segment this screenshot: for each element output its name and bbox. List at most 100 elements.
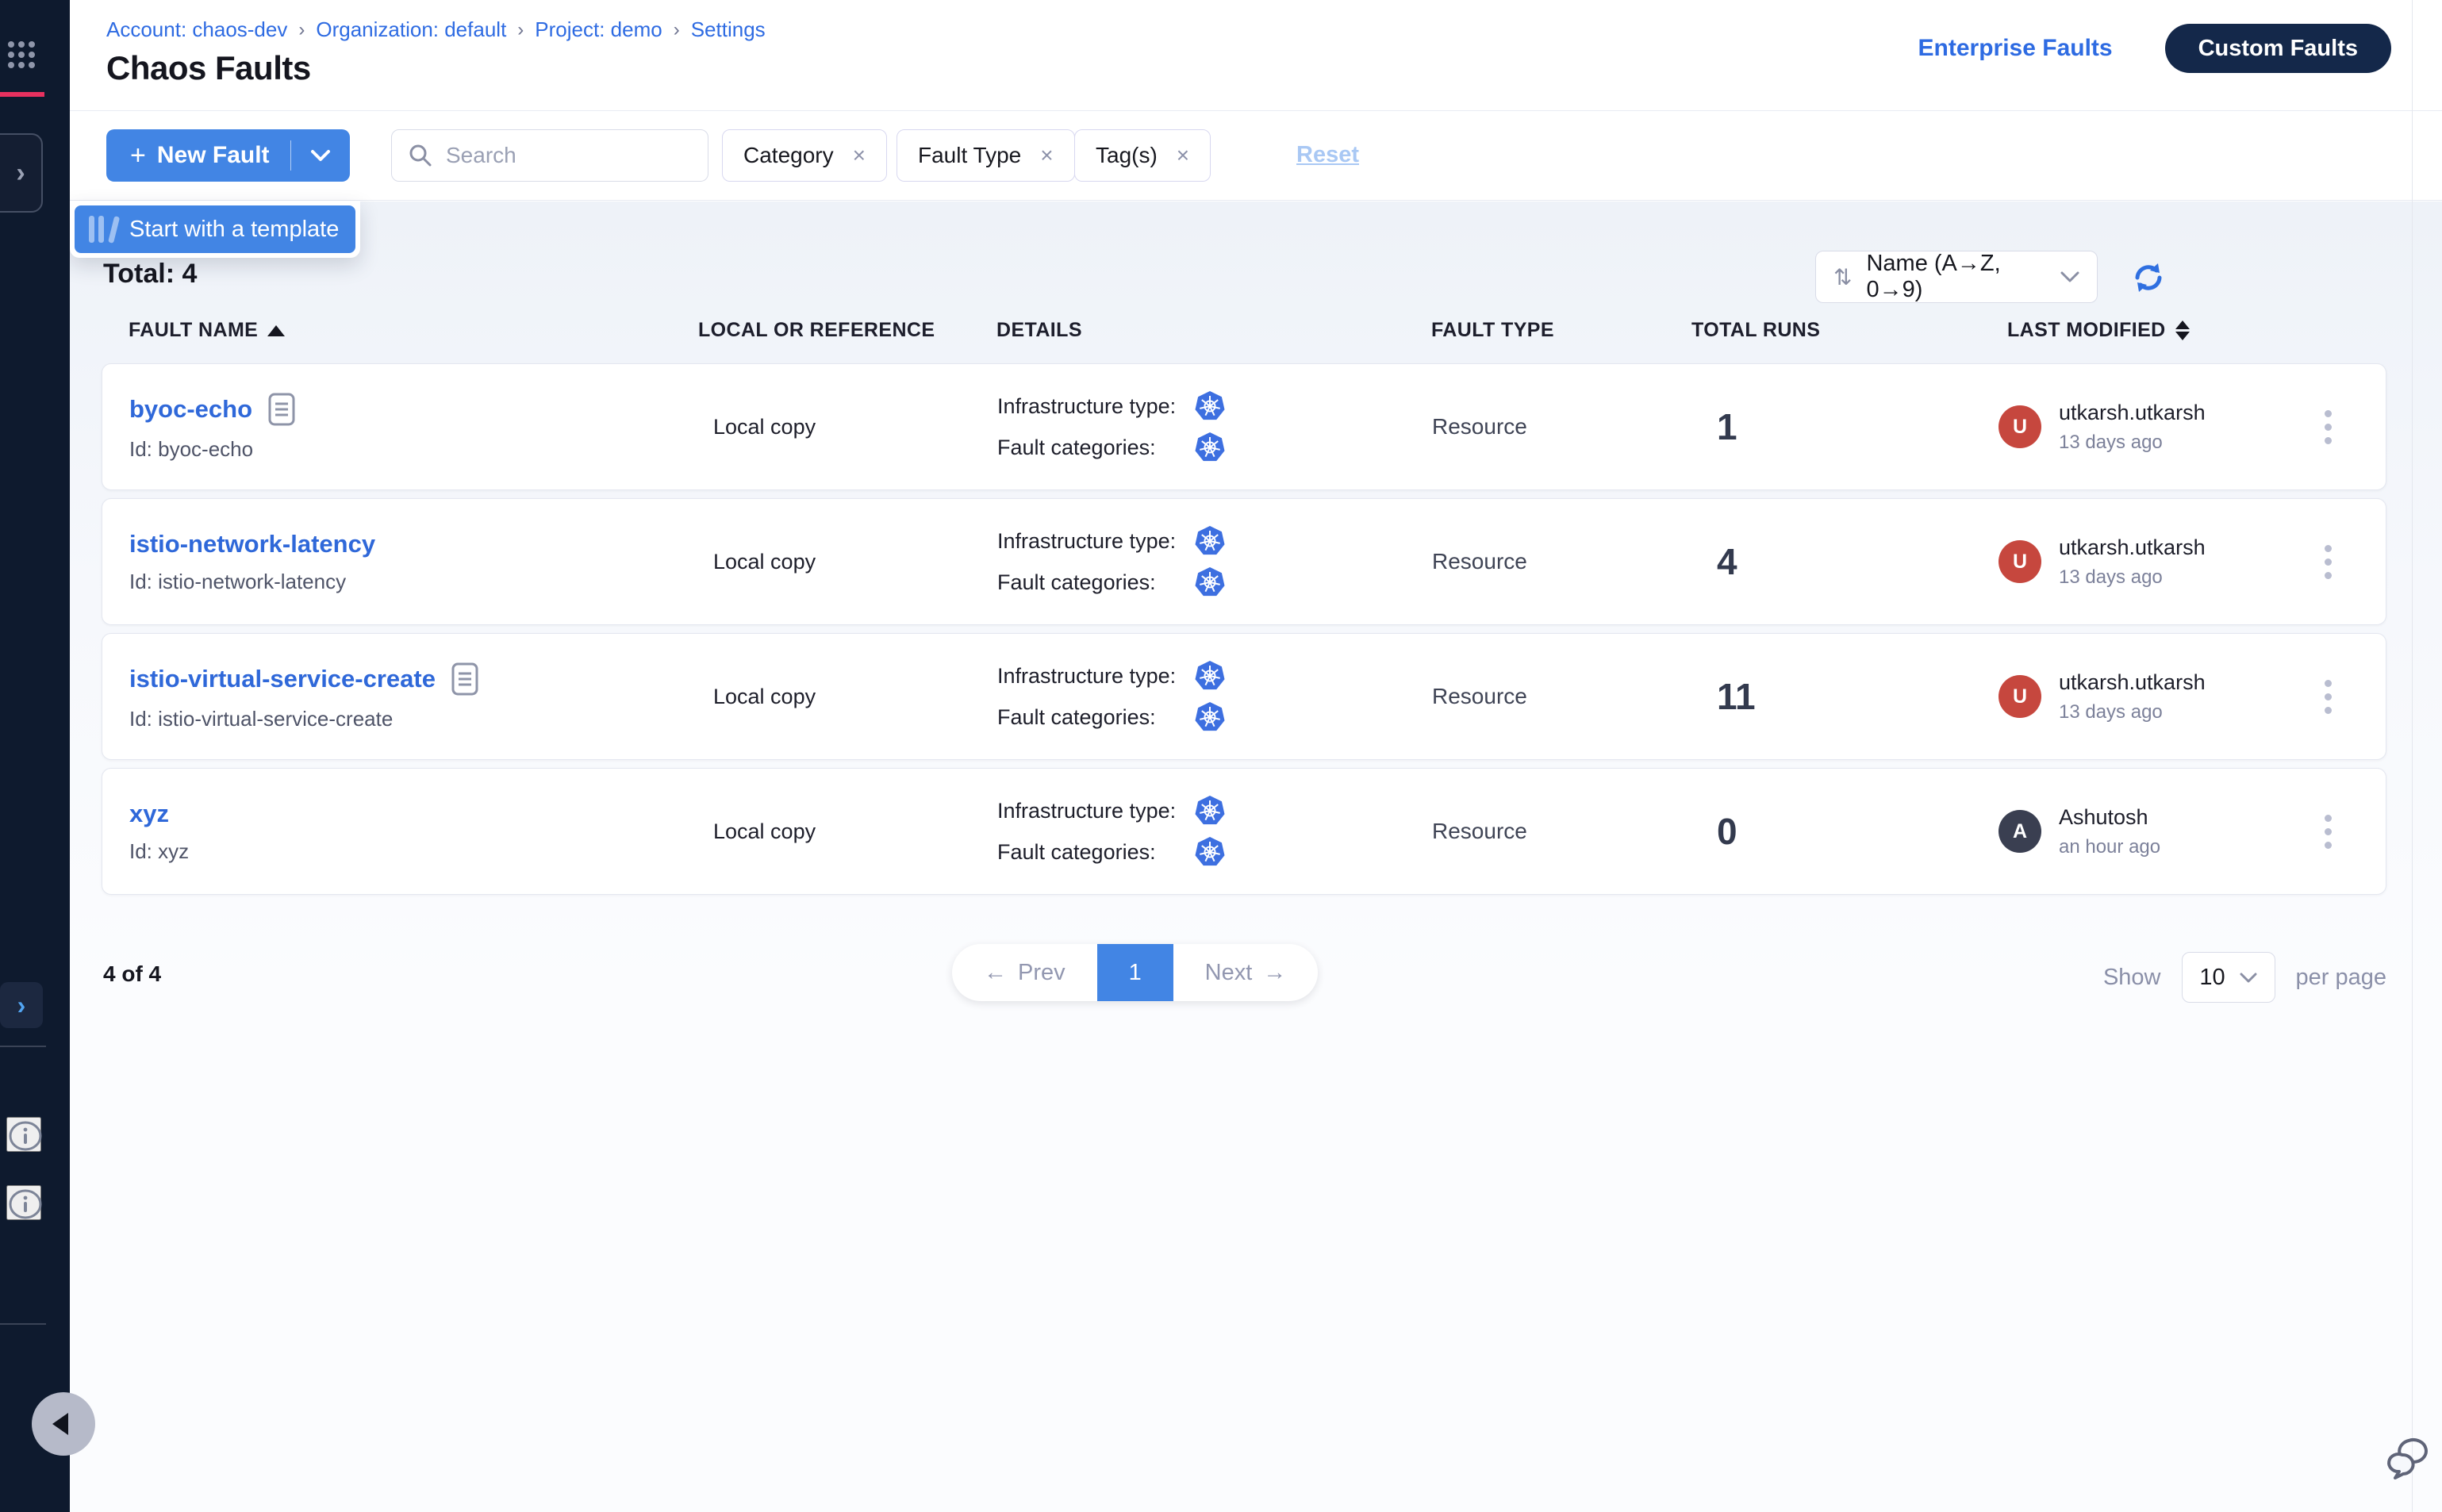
chevron-right-icon: › [5,158,25,189]
filter-category[interactable]: Category × [722,129,887,182]
total-count: Total: 4 [103,259,197,290]
breadcrumb-organization[interactable]: Organization: default [316,17,506,42]
kubernetes-icon [1194,660,1226,692]
search-input[interactable] [446,143,684,168]
divider [0,1046,46,1047]
nav-expand-button[interactable]: › [0,133,43,213]
info-button[interactable] [6,1185,41,1220]
local-or-reference: Local copy [674,499,959,624]
chevron-down-icon[interactable] [291,149,350,162]
filter-tags[interactable]: Tag(s) × [1074,129,1211,182]
column-last-modified[interactable]: LAST MODIFIED [1934,319,2267,342]
toolbar: + New Fault Category × Fault Type × Tag(… [70,112,2442,201]
column-details: DETAILS [958,319,1403,342]
fault-name-link[interactable]: istio-virtual-service-create [129,665,436,693]
divider [0,1323,46,1325]
local-or-reference: Local copy [674,364,959,489]
support-chat-button[interactable] [2386,1433,2439,1485]
row-menu-button[interactable] [2317,807,2340,857]
column-local-or-reference: LOCAL OR REFERENCE [673,319,958,342]
enterprise-faults-link[interactable]: Enterprise Faults [1918,35,2113,62]
reset-filters-link[interactable]: Reset [1296,142,1359,168]
arrow-right-icon: → [1263,960,1286,986]
plus-icon: + [130,140,146,171]
result-count: 4 of 4 [103,961,161,987]
apps-grid-icon[interactable] [8,41,35,68]
fault-type: Resource [1403,634,1673,759]
new-fault-label: New Fault [157,142,270,169]
infrastructure-type-label: Infrastructure type: [997,394,1194,419]
avatar: U [1999,675,2041,718]
breadcrumb-project[interactable]: Project: demo [535,17,662,42]
total-runs: 4 [1673,499,1935,624]
search-icon [408,143,433,168]
sort-dropdown[interactable]: ⇅ Name (A→Z, 0→9) [1815,251,2098,303]
total-runs: 0 [1673,769,1935,894]
fault-name-link[interactable]: istio-network-latency [129,530,375,558]
prev-page-button[interactable]: ← Prev [952,944,1097,1001]
infrastructure-type-label: Infrastructure type: [997,799,1194,823]
fault-categories-label: Fault categories: [997,705,1194,730]
show-label: Show [2103,965,2161,991]
per-page-label: per page [2296,965,2387,991]
pager: ← Prev 1 Next → [952,944,1318,1001]
modified-by-user: Ashutosh [2059,805,2160,830]
fault-id: Id: istio-network-latency [129,570,346,594]
fault-name-link[interactable]: xyz [129,800,169,828]
infrastructure-type-label: Infrastructure type: [997,529,1194,554]
breadcrumb-separator: › [517,19,524,41]
modified-by-user: utkarsh.utkarsh [2059,401,2206,425]
custom-faults-button[interactable]: Custom Faults [2165,24,2391,73]
breadcrumb-account[interactable]: Account: chaos-dev [106,17,287,42]
refresh-button[interactable] [2131,260,2166,295]
close-icon[interactable]: × [1040,143,1053,168]
chevron-down-icon [2060,271,2079,282]
fault-type: Resource [1403,364,1673,489]
template-library-icon [89,216,113,243]
fault-categories-label: Fault categories: [997,570,1194,595]
sort-label: Name (A→Z, 0→9) [1866,251,2046,303]
modified-time: an hour ago [2059,836,2160,858]
kubernetes-icon [1194,432,1226,463]
modified-by-user: utkarsh.utkarsh [2059,535,2206,560]
sidebar-collapse-handle[interactable] [32,1392,95,1456]
fault-rows: byoc-echo Id: byoc-echo Local copy Infra… [102,363,2386,903]
arrow-left-icon: ← [984,960,1007,986]
row-menu-button[interactable] [2317,402,2340,452]
fault-type: Resource [1403,499,1673,624]
info-button[interactable] [6,1117,41,1152]
breadcrumb-separator: › [298,19,305,41]
kubernetes-icon [1194,795,1226,827]
table-row: byoc-echo Id: byoc-echo Local copy Infra… [102,363,2386,490]
new-fault-dropdown: Start with a template [70,201,360,258]
modified-time: 13 days ago [2059,701,2206,723]
close-icon[interactable]: × [1177,143,1189,168]
kubernetes-icon [1194,390,1226,422]
filter-fault-type[interactable]: Fault Type × [897,129,1075,182]
kubernetes-icon [1194,701,1226,733]
row-menu-button[interactable] [2317,672,2340,722]
manifest-icon [451,662,478,696]
filter-label: Category [743,143,834,168]
fault-name-link[interactable]: byoc-echo [129,395,252,424]
per-page-select[interactable]: 10 [2182,952,2275,1003]
breadcrumb-settings[interactable]: Settings [691,17,766,42]
divider [2412,0,2413,1512]
table-header: FAULT NAME LOCAL OR REFERENCE DETAILS FA… [102,319,2386,342]
page-1-button[interactable]: 1 [1097,944,1173,1001]
column-fault-type: FAULT TYPE [1403,319,1672,342]
row-menu-button[interactable] [2317,537,2340,587]
kubernetes-icon [1194,566,1226,598]
close-icon[interactable]: × [853,143,866,168]
sidebar-expand-button[interactable]: › [0,982,43,1028]
next-page-button[interactable]: Next → [1173,944,1319,1001]
column-fault-name[interactable]: FAULT NAME [102,319,673,342]
filter-label: Tag(s) [1096,143,1158,168]
new-fault-button[interactable]: + New Fault [106,129,350,182]
page-title: Chaos Faults [106,49,311,87]
modified-by-user: utkarsh.utkarsh [2059,670,2206,695]
menu-item-start-with-template[interactable]: Start with a template [75,205,355,253]
faults-list-section: Total: 4 ⇅ Name (A→Z, 0→9) FAULT NAME LO… [70,201,2442,1512]
fault-id: Id: xyz [129,839,189,864]
breadcrumb-separator: › [674,19,680,41]
